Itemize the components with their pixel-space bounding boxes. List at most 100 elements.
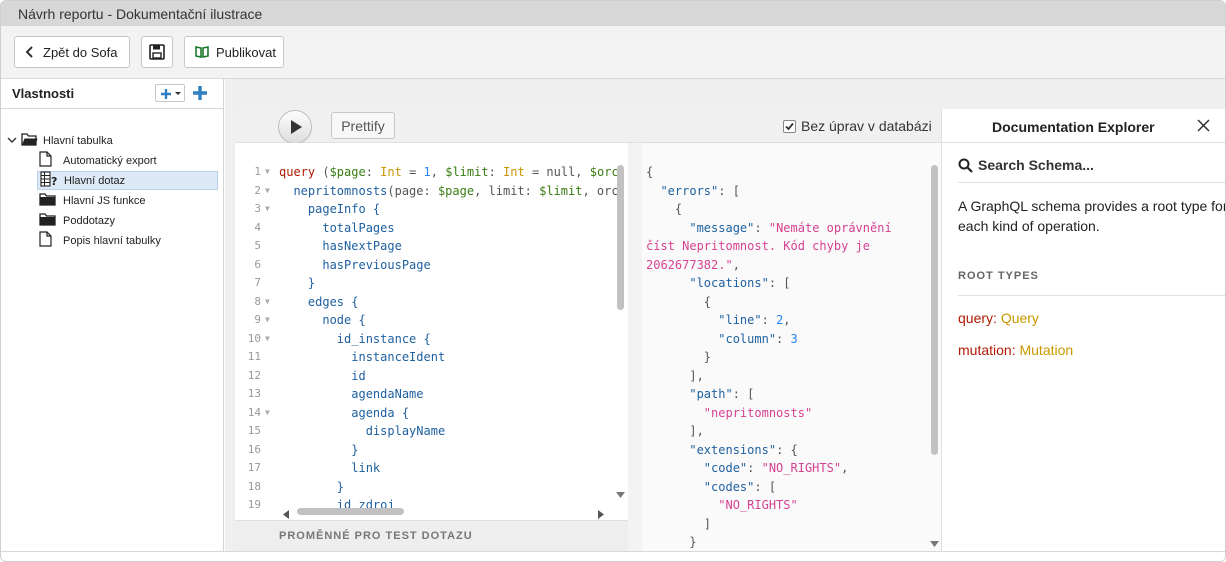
publish-button[interactable]: Publikovat bbox=[184, 36, 284, 68]
tree-item-main-table[interactable]: Hlavní tabulka bbox=[7, 131, 113, 150]
variables-title: PROMĚNNÉ PRO TEST DOTAZU bbox=[279, 530, 473, 542]
code-text: agenda { bbox=[279, 405, 410, 420]
readonly-checkbox[interactable] bbox=[783, 120, 796, 133]
properties-header: Vlastnosti bbox=[1, 79, 224, 109]
document-icon bbox=[39, 151, 63, 170]
schema-description: A GraphQL schema provides a root type fo… bbox=[958, 198, 1226, 234]
fold-icon[interactable]: ▼ bbox=[265, 311, 270, 330]
plus-dropdown-icon bbox=[161, 89, 181, 99]
tree-item-description[interactable]: Popis hlavní tabulky bbox=[39, 231, 161, 250]
line-number: 1 bbox=[254, 165, 261, 178]
fold-icon[interactable]: ▼ bbox=[265, 200, 270, 219]
result-line: ▼ "errors": [ bbox=[646, 182, 739, 201]
checkmark-icon bbox=[785, 122, 794, 131]
fold-icon[interactable]: ▼ bbox=[636, 182, 641, 201]
code-line: 12 id bbox=[235, 367, 628, 386]
result-line: 2062677382.", bbox=[646, 257, 740, 272]
variables-editor-header[interactable]: PROMĚNNÉ PRO TEST DOTAZU bbox=[235, 520, 628, 551]
code-line: 7 } bbox=[235, 274, 628, 293]
editor-horizontal-scrollbar[interactable] bbox=[297, 508, 404, 515]
code-line: 17 link bbox=[235, 459, 628, 478]
code-text: edges { bbox=[279, 294, 359, 309]
result-line: "code": "NO_RIGHTS", bbox=[703, 461, 849, 475]
tree-item-auto-export[interactable]: Automatický export bbox=[39, 151, 157, 170]
code-line: 1 ▼ query ($page: Int = 1, $limit: Int = n… bbox=[235, 163, 628, 182]
result-line: "codes": [ bbox=[703, 479, 777, 494]
result-line: ], bbox=[689, 368, 704, 383]
code-text: nepritomnosts(page: $page, limit: $limit… bbox=[293, 183, 619, 198]
code-text: instanceIdent bbox=[279, 350, 446, 364]
fold-icon[interactable]: ▼ bbox=[636, 441, 641, 460]
fold-icon[interactable]: ▼ bbox=[265, 182, 270, 201]
folder-icon bbox=[39, 192, 63, 209]
scroll-right-arrow-icon[interactable] bbox=[598, 507, 604, 520]
fold-icon[interactable]: ▼ bbox=[265, 330, 270, 349]
code-line: 13 agendaName bbox=[235, 385, 628, 404]
result-line: "message": "Nemáte oprávnění bbox=[689, 220, 892, 235]
code-text: totalPages bbox=[279, 220, 395, 235]
scroll-down-arrow-icon[interactable] bbox=[616, 486, 625, 501]
editor-vertical-scrollbar[interactable] bbox=[617, 165, 624, 310]
tree-item-subqueries[interactable]: Poddotazy bbox=[39, 211, 115, 230]
result-line: "NO_RIGHTS" bbox=[718, 498, 798, 512]
line-number: 19 bbox=[247, 498, 261, 511]
doc-explorer-title: Documentation Explorer bbox=[992, 119, 1155, 135]
code-text: query ($page: Int = 1, $limit: Int = nul… bbox=[279, 165, 619, 179]
result-line: "column": 3 bbox=[718, 331, 798, 346]
save-button[interactable] bbox=[141, 36, 173, 68]
result-line: { bbox=[703, 294, 712, 309]
back-button-label: Zpět do Sofa bbox=[43, 44, 118, 60]
document-icon bbox=[39, 231, 63, 250]
code-text: } bbox=[279, 276, 316, 290]
line-number: 8 bbox=[254, 294, 261, 308]
root-type-mutation[interactable]: mutation: Mutation bbox=[958, 342, 1073, 358]
back-button[interactable]: Zpět do Sofa bbox=[14, 36, 130, 68]
close-icon[interactable] bbox=[1197, 119, 1210, 135]
fold-icon[interactable]: ▼ bbox=[265, 404, 270, 423]
add-type-dropdown[interactable] bbox=[155, 84, 185, 102]
root-type-link[interactable]: Mutation bbox=[1019, 342, 1073, 358]
line-number: 2 bbox=[254, 183, 261, 197]
code-line: 16 } bbox=[235, 441, 628, 460]
folder-icon bbox=[39, 212, 63, 229]
chevron-down-icon[interactable] bbox=[7, 135, 21, 147]
code-line: 3 ▼ pageInfo { bbox=[235, 200, 628, 219]
root-type-key: mutation bbox=[958, 342, 1012, 358]
execute-query-button[interactable] bbox=[278, 110, 312, 144]
tree-item-main-query[interactable]: ? Hlavní dotaz bbox=[37, 171, 218, 190]
properties-title: Vlastnosti bbox=[12, 86, 75, 101]
schema-search-input[interactable]: Search Schema... bbox=[958, 155, 1225, 183]
scroll-down-arrow-icon[interactable] bbox=[930, 535, 939, 550]
folder-open-icon bbox=[21, 132, 43, 149]
add-icon[interactable] bbox=[191, 84, 209, 105]
line-number: 14 bbox=[247, 405, 261, 419]
fold-icon[interactable]: ▼ bbox=[636, 163, 641, 182]
root-type-query[interactable]: query: Query bbox=[958, 310, 1039, 326]
prettify-button[interactable]: Prettify bbox=[331, 112, 395, 139]
result-vertical-scrollbar[interactable] bbox=[931, 165, 938, 455]
tree-item-label: Poddotazy bbox=[63, 214, 115, 227]
fold-icon[interactable]: ▼ bbox=[636, 274, 641, 293]
code-text: hasNextPage bbox=[279, 239, 402, 253]
tree-item-label: Automatický export bbox=[63, 154, 157, 167]
query-editor[interactable]: 1 ▼ query ($page: Int = 1, $limit: Int = n… bbox=[235, 143, 628, 520]
code-text: node { bbox=[279, 313, 366, 327]
graphiql-toolbar: Prettify Bez úprav v databázi bbox=[235, 109, 941, 144]
code-text: displayName bbox=[279, 424, 446, 438]
chevron-left-icon bbox=[25, 46, 33, 58]
title-bar: Návrh reportu - Dokumentační ilustrace bbox=[1, 1, 1225, 26]
documentation-explorer: Documentation Explorer Search Schema... … bbox=[941, 109, 1226, 551]
fold-icon[interactable]: ▼ bbox=[265, 293, 270, 312]
result-line: ▼ "extensions": { bbox=[646, 441, 797, 460]
root-types-heading: ROOT TYPES bbox=[958, 270, 1225, 296]
fold-icon[interactable]: ▼ bbox=[265, 163, 270, 182]
line-number: 10 bbox=[247, 331, 261, 345]
root-type-key: query bbox=[958, 310, 994, 326]
scroll-left-arrow-icon[interactable] bbox=[283, 507, 289, 520]
code-text: hasPreviousPage bbox=[279, 257, 431, 272]
tree-item-main-js[interactable]: Hlavní JS funkce bbox=[39, 191, 146, 210]
root-type-link[interactable]: Query bbox=[1001, 310, 1039, 326]
code-text: id bbox=[279, 368, 366, 383]
result-line: "line": 2, bbox=[718, 313, 791, 327]
fold-icon[interactable]: ▼ bbox=[636, 200, 641, 219]
